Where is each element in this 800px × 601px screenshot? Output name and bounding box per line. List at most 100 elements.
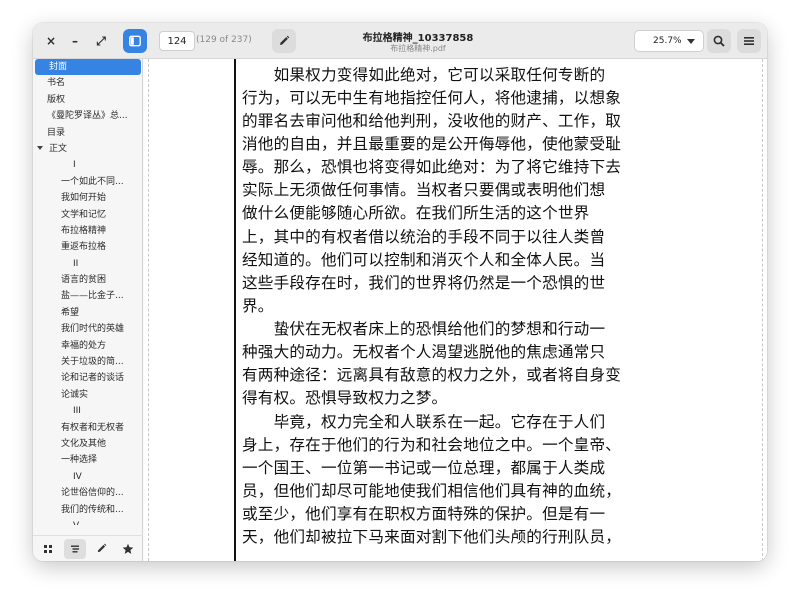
- page-text-line: 辱。那么，恐惧也将变得如此绝对：为了将它维持下去: [242, 158, 622, 176]
- outline-item-label: 论诚实: [61, 389, 89, 400]
- page-text-line: 的罪名去审问他和给他判刑，没收他的财产、工作，取: [242, 112, 622, 130]
- page-text-line: 天，他们却被拉下马来面对割下他们头颅的行刑队员，: [242, 528, 622, 546]
- outline-item-label: 一个如此不同...: [61, 176, 124, 187]
- outline-item[interactable]: 布拉格精神: [33, 223, 143, 239]
- outline-item-label: 一种选择: [61, 455, 98, 466]
- page-number-input[interactable]: 124: [159, 31, 195, 51]
- outline-item[interactable]: 我们时代的英雄: [33, 321, 143, 337]
- pdf-page: 如果权力变得如此绝对，它可以采取任何专断的 行为，可以无中生有地指控任何人，将他逮…: [234, 59, 664, 561]
- outline-item[interactable]: 幸福的处方: [33, 338, 143, 354]
- page-text-line: 一个国王、一位第一书记或一位总理，都属于人类成: [242, 459, 606, 477]
- tab-annotations[interactable]: [90, 539, 112, 559]
- outline-item[interactable]: 盐——比金子...: [33, 288, 143, 304]
- outline-item-label: 正文: [49, 143, 68, 154]
- outline-item[interactable]: 一个如此不同...: [33, 174, 143, 190]
- outline-item[interactable]: 重返布拉格: [33, 239, 143, 255]
- document-view[interactable]: 如果权力变得如此绝对，它可以采取任何专断的 行为，可以无中生有地指控任何人，将他逮…: [144, 59, 767, 561]
- page-text-line: 行为，可以无中生有地指控任何人，将他逮捕，以想象: [242, 89, 622, 107]
- document-title: 布拉格精神_10337858: [362, 33, 474, 44]
- hamburger-menu-icon: [744, 37, 754, 45]
- outline-item[interactable]: I: [33, 157, 143, 173]
- outline-item[interactable]: 论和记者的谈话: [33, 370, 143, 386]
- outline-item[interactable]: 封面: [35, 59, 141, 76]
- page-text-line: 毕竟，权力完全和人联系在一起。它存在于人们: [242, 413, 606, 431]
- minimize-button[interactable]: –: [63, 29, 87, 53]
- page-text-line: 蛰伏在无权者床上的恐惧给他们的梦想和行动一: [242, 320, 606, 338]
- zoom-dropdown[interactable]: 25.7%: [634, 30, 704, 52]
- page-count-label: (129 of 237): [196, 35, 252, 45]
- document-viewer-window: × – ⤢ 124 (129 of 237) 布拉格精神_10337858 布拉…: [33, 23, 767, 561]
- expander-arrow-icon[interactable]: [37, 146, 43, 151]
- outline-item[interactable]: 我如何开始: [33, 190, 143, 206]
- outline-item[interactable]: III: [33, 403, 143, 419]
- page-text-line: 经知道的。他们可以控制和消灭个人和全体人民。当: [242, 251, 606, 269]
- page-text-line: 界。: [242, 297, 274, 315]
- tab-thumbnails[interactable]: [37, 539, 59, 559]
- outline-item[interactable]: 关于垃圾的简...: [33, 354, 143, 370]
- outline-item-label: 版权: [47, 94, 66, 105]
- outline-item[interactable]: 目录: [33, 125, 143, 141]
- page-text-line: 或至少，他们享有在职权方面特殊的保护。但是有一: [242, 505, 606, 523]
- outline-item[interactable]: 语言的贫困: [33, 272, 143, 288]
- tab-outline[interactable]: [63, 538, 86, 559]
- outline-item[interactable]: 书名: [33, 75, 143, 91]
- outline-item[interactable]: 论诚实: [33, 387, 143, 403]
- outline-item[interactable]: 正文: [33, 141, 143, 157]
- page-divider: [148, 59, 149, 561]
- outline-item[interactable]: 《曼陀罗译丛》总...: [33, 108, 143, 124]
- sidebar-icon: [129, 35, 141, 47]
- outline-item[interactable]: 文学和记忆: [33, 207, 143, 223]
- outline-item-label: 封面: [49, 62, 68, 72]
- sidebar-toggle-button[interactable]: [123, 29, 147, 53]
- outline-item-label: 希望: [61, 307, 80, 318]
- outline-item-label: 《曼陀罗译丛》总...: [47, 111, 128, 122]
- outline-item-label: II: [73, 258, 79, 269]
- outline-item[interactable]: V: [33, 518, 143, 525]
- outline-item-label: III: [73, 406, 81, 417]
- tab-bookmarks[interactable]: [117, 539, 139, 559]
- page-text-line: 实际上无须做任何事情。当权者只要偶或表明他们想: [242, 181, 606, 199]
- outline-list-icon: [70, 545, 79, 552]
- outline-item[interactable]: II: [33, 256, 143, 272]
- page-text-line: 员，但他们却尽可能地使我们相信他们具有神的血统，: [242, 482, 622, 500]
- outline-item-label: IV: [73, 471, 82, 482]
- page-text-line: 如果权力变得如此绝对，它可以采取任何专断的: [242, 66, 606, 84]
- page-divider: [762, 59, 763, 561]
- zoom-value: 25.7%: [653, 36, 682, 46]
- close-button[interactable]: ×: [39, 29, 63, 53]
- outline-item-label: 文化及其他: [61, 438, 107, 449]
- pencil-icon: [97, 543, 107, 553]
- document-filename: 布拉格精神.pdf: [390, 44, 446, 53]
- page-text-line: 这些手段存在时，我们的世界将仍然是一个恐惧的世: [242, 274, 606, 292]
- main-menu-button[interactable]: [737, 29, 761, 53]
- search-button[interactable]: [707, 29, 731, 53]
- minimize-icon: –: [72, 34, 78, 48]
- outline-item[interactable]: 我们的传统和...: [33, 502, 143, 518]
- outline-item[interactable]: IV: [33, 469, 143, 485]
- pencil-icon: [280, 35, 290, 45]
- search-icon: [713, 35, 725, 47]
- outline-item-label: 重返布拉格: [61, 242, 107, 253]
- sidebar-tab-bar: [33, 535, 143, 561]
- page-text-line: 身上，存在于他们的行为和社会地位之中。一个皇帝、: [242, 436, 622, 454]
- page-text-line: 消他的自由，并且最重要的是公开侮辱他，使他蒙受耻: [242, 135, 622, 153]
- outline-item[interactable]: 有权者和无权者: [33, 420, 143, 436]
- outline-item[interactable]: 希望: [33, 305, 143, 321]
- page-text-line: 得有权。恐惧导致权力之梦。: [242, 389, 448, 407]
- restore-button[interactable]: ⤢: [89, 29, 113, 53]
- outline-item-label: 论世俗信仰的...: [61, 488, 124, 499]
- outline-item[interactable]: 版权: [33, 92, 143, 108]
- outline-item[interactable]: 论世俗信仰的...: [33, 485, 143, 501]
- outline-list: 封面书名版权《曼陀罗译丛》总... 目录正文 I 一个如此不同... 我如何开始文学和记…: [33, 59, 143, 525]
- outline-item-label: 论和记者的谈话: [61, 373, 125, 384]
- outline-item-label: 目录: [47, 127, 66, 138]
- outline-item-label: 关于垃圾的简...: [61, 357, 124, 368]
- star-icon: [122, 543, 134, 554]
- sidebar: 封面书名版权《曼陀罗译丛》总... 目录正文 I 一个如此不同... 我如何开始文学和记…: [33, 59, 143, 561]
- header-bar: × – ⤢ 124 (129 of 237) 布拉格精神_10337858 布拉…: [33, 23, 767, 59]
- outline-item[interactable]: 文化及其他: [33, 436, 143, 452]
- grid-icon: [44, 544, 53, 553]
- outline-item[interactable]: 一种选择: [33, 452, 143, 468]
- outline-item-label: 文学和记忆: [61, 209, 107, 220]
- close-icon: ×: [45, 34, 57, 48]
